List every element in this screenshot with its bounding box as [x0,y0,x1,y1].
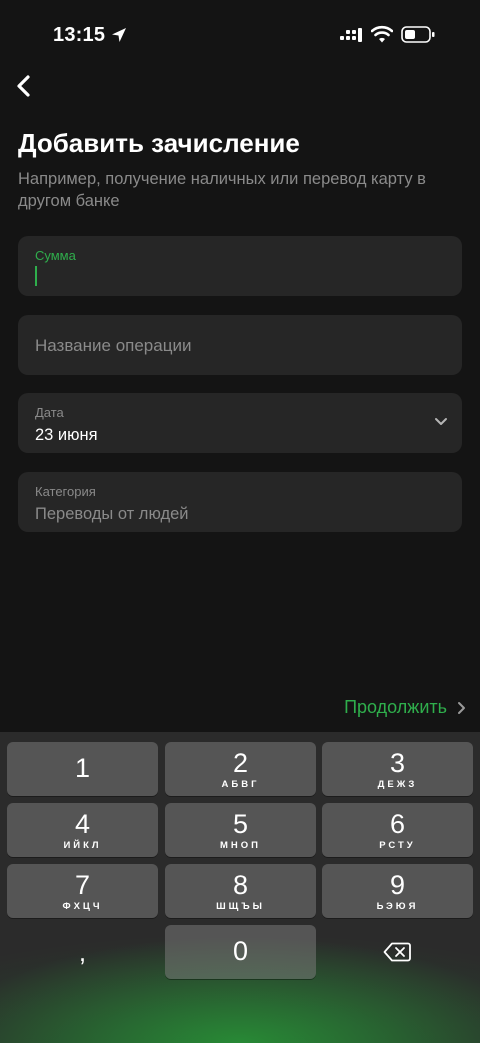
page-title: Добавить зачисление [18,128,300,158]
key-letters: ШЩЪЫ [216,901,265,912]
key-digit: 2 [232,748,249,778]
backspace-icon [383,942,411,962]
continue-label: Продолжить [344,697,447,717]
key-comma[interactable]: , [7,925,158,979]
operation-name-field[interactable]: Название операции [18,315,462,375]
key-digit: 8 [232,870,249,900]
date-field[interactable]: Дата 23 июня [18,393,462,453]
amount-field[interactable]: Сумма [18,236,462,296]
key-letters: МНОП [220,840,261,851]
key-digit: 6 [389,809,406,839]
key-digit: 5 [232,809,249,839]
numeric-keyboard: 1 2 АБВГ 3 ДЕЖЗ 4 ИЙКЛ 5 МНОП 6 РСТУ 7 Ф… [0,732,480,1043]
delete-key[interactable] [322,925,473,979]
amount-label: Сумма [35,248,76,263]
key-3[interactable]: 3 ДЕЖЗ [322,742,473,796]
cellular-signal-icon [340,28,362,42]
text-cursor [35,266,37,286]
key-digit: 4 [74,809,91,839]
key-7[interactable]: 7 ФХЦЧ [7,864,158,918]
key-letters: ФХЦЧ [62,901,103,912]
key-digit: 3 [389,748,406,778]
key-digit: 0 [232,936,249,966]
key-letters: ДЕЖЗ [377,779,418,790]
key-9[interactable]: 9 ЬЭЮЯ [322,864,473,918]
operation-name-placeholder: Название операции [35,336,192,355]
back-button[interactable] [10,70,40,102]
page-subtitle: Например, получение наличных или перевод… [18,170,426,210]
key-letters: АБВГ [221,779,260,790]
chevron-right-icon [458,701,465,714]
key-5[interactable]: 5 МНОП [165,803,316,857]
key-1[interactable]: 1 [7,742,158,796]
category-field[interactable]: Категория Переводы от людей [18,472,462,532]
date-value: 23 июня [35,426,98,444]
location-arrow-icon [112,28,126,42]
status-bar: 13:15 [0,0,480,70]
category-value: Переводы от людей [35,505,189,523]
key-6[interactable]: 6 РСТУ [322,803,473,857]
key-0[interactable]: 0 [165,925,316,979]
continue-button[interactable]: Продолжить [344,697,466,718]
key-2[interactable]: 2 АБВГ [165,742,316,796]
key-letters: ЬЭЮЯ [376,901,419,912]
chevron-down-icon [435,418,447,425]
status-time: 13:15 [53,24,106,46]
key-digit: 9 [389,870,406,900]
wifi-icon [371,25,393,43]
key-8[interactable]: 8 ШЩЪЫ [165,864,316,918]
key-letters: ИЙКЛ [63,840,102,851]
comma-symbol: , [78,937,87,967]
category-label: Категория [35,484,96,499]
key-letters: РСТУ [379,840,416,851]
key-digit: 1 [74,753,91,783]
battery-icon [401,26,435,43]
key-4[interactable]: 4 ИЙКЛ [7,803,158,857]
key-digit: 7 [74,870,91,900]
date-label: Дата [35,405,64,420]
